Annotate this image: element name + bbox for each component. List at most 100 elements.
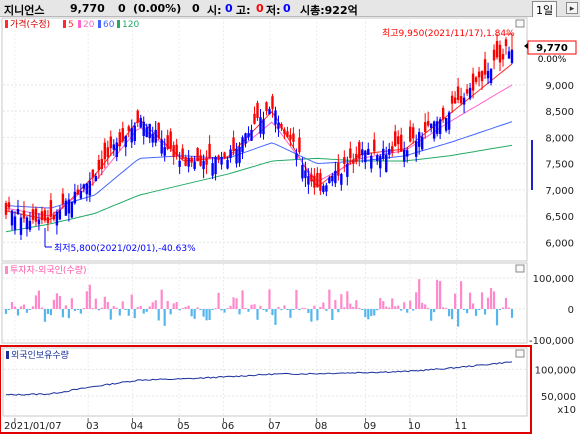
investor-bar	[433, 309, 436, 313]
investor-bar	[310, 309, 313, 322]
candle-body	[121, 128, 124, 142]
x-tick-label: 09	[364, 421, 377, 432]
candle-body	[406, 150, 409, 157]
candle-body	[103, 142, 107, 160]
holding-panel-max-icon[interactable]	[515, 349, 525, 358]
investor-bar	[43, 309, 47, 322]
investor-bar	[235, 298, 238, 309]
investor-bar	[40, 307, 44, 309]
candle-body	[4, 202, 8, 215]
investor-bar	[19, 306, 23, 309]
price-y-tick: 8,500	[545, 107, 574, 118]
investor-bar	[370, 309, 373, 317]
investor-bar	[208, 309, 211, 321]
investor-bar	[271, 309, 274, 316]
candle-body	[307, 176, 310, 185]
candle-body	[34, 208, 38, 222]
candle-body	[169, 131, 172, 149]
investor-bar	[439, 281, 442, 309]
investor-bar	[492, 291, 496, 309]
candle-body	[136, 110, 139, 123]
investor-bar	[373, 309, 376, 316]
candle-body	[28, 220, 32, 230]
candle-body	[483, 59, 487, 75]
investor-bar	[283, 305, 286, 309]
candle-body	[420, 136, 424, 150]
candle-body	[172, 145, 175, 158]
candle-body	[166, 135, 169, 150]
investor-bar	[495, 309, 499, 326]
candle-body	[340, 173, 343, 185]
candle-body	[94, 176, 98, 182]
candle-body	[403, 149, 406, 162]
investor-bar	[229, 305, 232, 309]
investor-bar	[265, 309, 268, 312]
candle-body	[151, 133, 154, 143]
investor-bar	[157, 309, 160, 321]
candle-body	[190, 157, 193, 163]
investor-bar	[58, 295, 61, 309]
investor-bar	[154, 300, 157, 309]
investor-bar	[247, 309, 250, 312]
candle-body	[301, 164, 304, 179]
candle-body	[256, 102, 259, 119]
investor-bar	[361, 309, 364, 310]
investor-bar	[334, 300, 337, 309]
investor-bar	[367, 309, 370, 320]
candle-body	[205, 158, 208, 165]
candle-body	[411, 127, 415, 139]
candle-body	[178, 160, 181, 167]
investor-bar	[190, 309, 193, 317]
investor-y-tick: 100,000	[533, 274, 574, 285]
candle-body	[22, 210, 26, 219]
investor-bar	[7, 309, 11, 310]
investor-bar	[10, 302, 14, 309]
investor-bar	[151, 302, 154, 309]
candle-body	[343, 157, 346, 164]
investor-bar	[202, 309, 205, 317]
candle-body	[489, 68, 493, 84]
candle-body	[432, 121, 436, 139]
candle-body	[361, 149, 364, 156]
investor-bar	[253, 304, 256, 309]
price-panel-max-icon[interactable]	[515, 19, 525, 28]
investor-bar	[175, 302, 178, 309]
investor-panel-max-icon[interactable]	[515, 264, 525, 273]
investor-bar	[16, 309, 20, 316]
investor-bar	[136, 307, 139, 309]
candle-body	[423, 122, 427, 132]
candle-body	[280, 123, 283, 129]
investor-bar	[223, 309, 226, 313]
investor-bar	[322, 302, 325, 309]
candle-body	[370, 155, 373, 169]
investor-bar	[70, 298, 73, 309]
investor-bar	[415, 292, 418, 309]
investor-bar	[465, 309, 469, 314]
holding-y-unit: x10	[557, 405, 576, 416]
investor-bar	[358, 307, 361, 309]
candle-body	[325, 185, 328, 192]
candle-body	[495, 41, 499, 58]
candle-body	[79, 191, 83, 199]
investor-bar	[193, 309, 196, 319]
candle-body	[289, 134, 292, 140]
holding-y-tick: 50,000	[541, 392, 576, 403]
holding-y-tick: 100,000	[535, 365, 576, 376]
candle-body	[435, 121, 439, 134]
investor-bar	[304, 307, 307, 309]
candle-body	[46, 217, 50, 224]
investor-bar	[501, 307, 505, 309]
candle-body	[394, 131, 397, 146]
investor-bar	[172, 303, 175, 309]
candle-body	[259, 117, 262, 134]
investor-bar	[483, 309, 487, 315]
investor-bar	[298, 309, 301, 311]
candle-body	[43, 210, 47, 221]
candle-body	[244, 133, 247, 144]
investor-bar	[163, 309, 166, 326]
investor-bar	[187, 305, 190, 309]
candle-body	[196, 147, 199, 162]
candle-body	[313, 175, 316, 188]
candle-body	[157, 122, 160, 139]
candle-body	[31, 209, 35, 220]
